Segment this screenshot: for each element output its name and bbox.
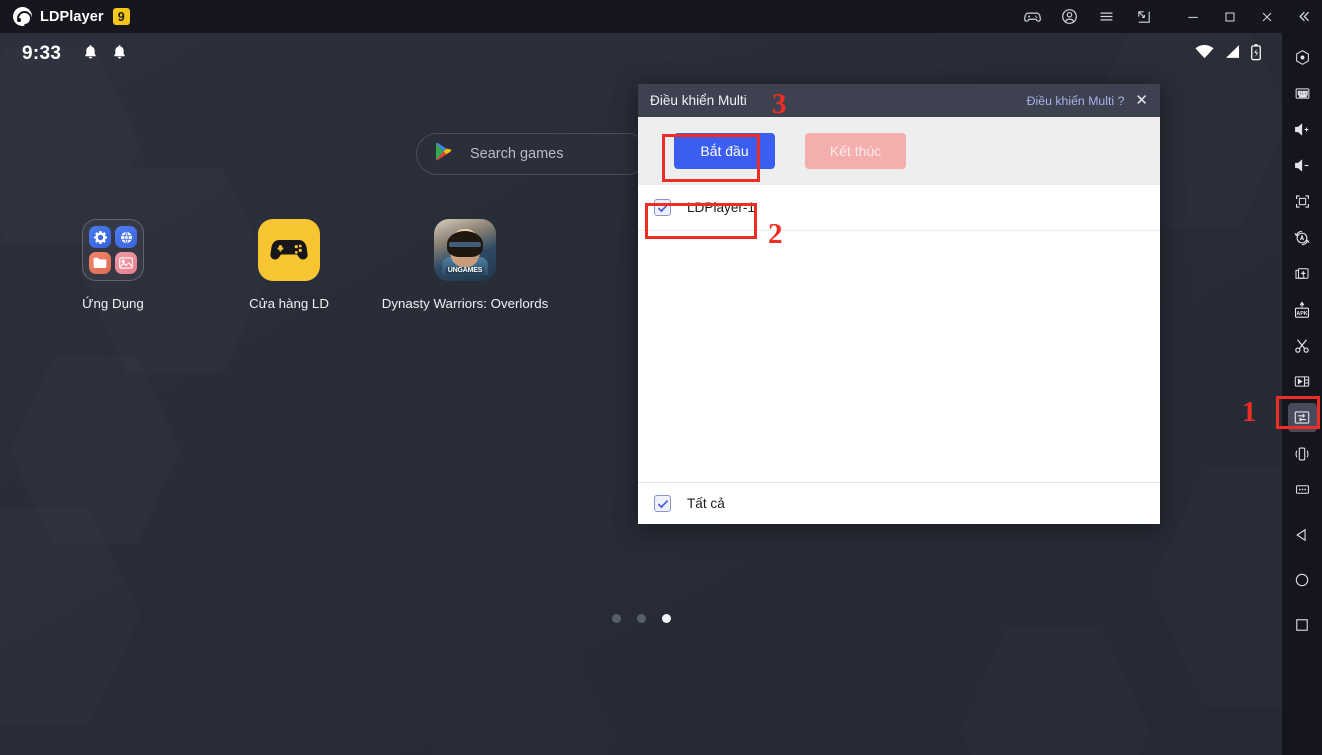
desktop-icon-label: Cửa hàng LD (249, 296, 329, 311)
page-dot-active[interactable] (661, 614, 671, 623)
home-nav-icon[interactable] (1288, 565, 1317, 594)
svg-text:APK: APK (1296, 310, 1307, 316)
window-titlebar: LDPlayer 9 (0, 0, 1322, 33)
stop-button[interactable]: Kết thúc (805, 133, 906, 169)
shake-icon[interactable] (1288, 439, 1317, 468)
desktop-icon-apps-folder[interactable]: Ứng Dụng (38, 219, 188, 311)
battery-charging-icon (1250, 43, 1262, 66)
annotation-number-1: 1 (1242, 396, 1257, 428)
dialog-close-icon[interactable]: ✕ (1133, 91, 1150, 110)
select-all-label: Tất cả (687, 496, 725, 511)
page-dot[interactable] (611, 614, 621, 623)
gamepad-icon[interactable] (1014, 0, 1051, 33)
version-badge: 9 (112, 8, 130, 25)
desktop-icon-label: Ứng Dụng (82, 296, 144, 311)
app-title: LDPlayer (40, 8, 104, 25)
select-all-checkbox[interactable] (654, 495, 671, 512)
system-status-icons (1195, 43, 1262, 66)
desktop-icon-dynasty-warriors[interactable]: UNGAMES Dynasty Warriors: Overlords (382, 219, 548, 311)
volume-up-icon[interactable] (1288, 115, 1317, 144)
bell-icon (112, 44, 127, 65)
ldplayer-logo-icon (13, 7, 32, 26)
notification-icons (83, 44, 127, 65)
wifi-icon (1195, 44, 1214, 64)
instance-name: LDPlayer-1 (687, 200, 755, 215)
page-dot[interactable] (636, 614, 646, 623)
instance-checkbox[interactable] (654, 199, 671, 216)
search-games-bar[interactable]: Search games (416, 133, 648, 175)
screenshot-scissors-icon[interactable] (1288, 331, 1317, 360)
install-apk-icon[interactable]: APK (1288, 295, 1317, 324)
annotation-number-3: 3 (772, 88, 787, 120)
rotate-auto-icon[interactable] (1288, 223, 1317, 252)
dialog-title: Điều khiển Multi (650, 93, 747, 108)
more-options-icon[interactable] (1288, 475, 1317, 504)
google-play-icon (435, 142, 453, 166)
game-publisher-badge: UNGAMES (445, 267, 485, 274)
annotation-number-2: 2 (768, 218, 783, 250)
clock: 9:33 (22, 43, 62, 64)
instance-row-ldplayer-1[interactable]: LDPlayer-1 (638, 185, 1160, 231)
maximize-icon[interactable] (1211, 0, 1248, 33)
folder-icon (82, 219, 144, 281)
instance-list: LDPlayer-1 (638, 185, 1160, 482)
dialog-header: Điều khiển Multi Điều khiển Multi ? ✕ (638, 84, 1160, 117)
start-button[interactable]: Bắt đầu (674, 133, 775, 169)
keyboard-icon[interactable] (1288, 79, 1317, 108)
settings-icon (89, 226, 111, 248)
minimize-icon[interactable] (1174, 0, 1211, 33)
video-record-icon[interactable] (1288, 367, 1317, 396)
app-brand: LDPlayer 9 (0, 7, 130, 26)
fullscreen-icon[interactable] (1288, 187, 1317, 216)
add-instance-icon[interactable] (1288, 259, 1317, 288)
multi-control-dialog: Điều khiển Multi Điều khiển Multi ? ✕ Bắ… (638, 84, 1160, 524)
dialog-action-bar: Bắt đầu Kết thúc (638, 117, 1160, 185)
shrink-window-icon[interactable] (1125, 0, 1162, 33)
search-placeholder: Search games (470, 146, 564, 162)
dialog-footer: Tất cả (638, 482, 1160, 524)
gallery-icon (115, 252, 137, 274)
desktop-icon-ld-store[interactable]: Cửa hàng LD (214, 219, 364, 311)
close-icon[interactable] (1248, 0, 1285, 33)
account-icon[interactable] (1051, 0, 1088, 33)
back-nav-icon[interactable] (1288, 520, 1317, 549)
location-icon[interactable] (1288, 43, 1317, 72)
signal-icon (1223, 44, 1241, 64)
titlebar-controls (1014, 0, 1322, 33)
recents-nav-icon[interactable] (1288, 610, 1317, 639)
ldplayer-window: LDPlayer 9 9:33 Search games Ứng Dụng Cử… (0, 0, 1322, 755)
files-icon (89, 252, 111, 274)
desktop-icon-label: Dynasty Warriors: Overlords (381, 296, 549, 311)
android-status-bar: 9:33 (0, 33, 1282, 75)
bell-icon (83, 44, 98, 65)
ld-store-icon (258, 219, 320, 281)
multi-control-icon[interactable] (1287, 403, 1317, 432)
browser-icon (115, 226, 137, 248)
home-page-indicator (0, 614, 1282, 623)
side-toolbar: APK (1282, 33, 1322, 755)
multi-control-help-link[interactable]: Điều khiển Multi ? (1027, 94, 1125, 108)
collapse-sidebar-icon[interactable] (1285, 0, 1322, 33)
menu-icon[interactable] (1088, 0, 1125, 33)
dialog-header-actions: Điều khiển Multi ? ✕ (1027, 91, 1160, 110)
volume-down-icon[interactable] (1288, 151, 1317, 180)
dynasty-warriors-icon: UNGAMES (434, 219, 496, 281)
